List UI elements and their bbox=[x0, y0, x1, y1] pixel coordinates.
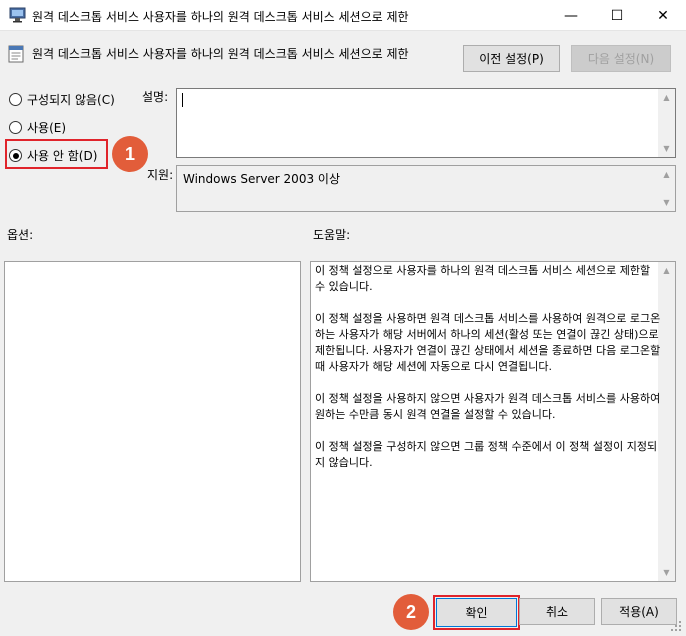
radio-not-configured[interactable]: 구성되지 않음(C) bbox=[9, 91, 115, 108]
policy-window-icon bbox=[9, 7, 26, 23]
help-label: 도움말: bbox=[313, 228, 351, 242]
callout-badge-1: 1 bbox=[112, 136, 148, 172]
previous-setting-button[interactable]: 이전 설정(P) bbox=[463, 45, 560, 72]
radio-circle[interactable] bbox=[9, 121, 22, 134]
help-paragraph: 이 정책 설정으로 사용자를 하나의 원격 데스크톱 서비스 세션으로 제한할 … bbox=[315, 264, 651, 293]
help-paragraph: 이 정책 설정을 사용하면 원격 데스크톱 서비스를 사용하여 원격으로 로그온… bbox=[315, 312, 661, 373]
supported-scrollbar[interactable]: ▲ ▼ bbox=[658, 166, 675, 211]
callout-badge-2: 2 bbox=[393, 594, 429, 630]
maximize-button[interactable]: ☐ bbox=[594, 0, 640, 31]
text-caret bbox=[182, 93, 183, 107]
help-text: 이 정책 설정으로 사용자를 하나의 원격 데스크톱 서비스 세션으로 제한할 … bbox=[315, 263, 661, 487]
supported-on-value: Windows Server 2003 이상 bbox=[183, 172, 340, 186]
cancel-button[interactable]: 취소 bbox=[519, 598, 595, 625]
options-pane bbox=[4, 261, 301, 582]
scroll-up-icon[interactable]: ▲ bbox=[663, 262, 669, 279]
resize-grip-icon[interactable] bbox=[670, 620, 682, 632]
highlight-disabled-option bbox=[5, 139, 108, 169]
scroll-down-icon[interactable]: ▼ bbox=[663, 194, 669, 211]
scroll-up-icon[interactable]: ▲ bbox=[663, 89, 669, 106]
help-paragraph: 이 정책 설정을 사용하지 않으면 사용자가 원격 데스크톱 서비스를 사용하여… bbox=[315, 392, 661, 421]
radio-circle[interactable] bbox=[9, 93, 22, 106]
radio-label: 사용(E) bbox=[27, 121, 67, 135]
options-label: 옵션: bbox=[7, 228, 34, 242]
policy-name: 원격 데스크톱 서비스 사용자를 하나의 원격 데스크톱 서비스 세션으로 제한 bbox=[32, 47, 409, 61]
scroll-down-icon[interactable]: ▼ bbox=[663, 140, 669, 157]
scroll-up-icon[interactable]: ▲ bbox=[663, 166, 669, 183]
window-title: 원격 데스크톱 서비스 사용자를 하나의 원격 데스크톱 서비스 세션으로 제한 bbox=[32, 10, 409, 24]
next-setting-button[interactable]: 다음 설정(N) bbox=[571, 45, 671, 72]
radio-enabled[interactable]: 사용(E) bbox=[9, 119, 66, 136]
policy-setting-icon bbox=[8, 45, 24, 63]
comment-scrollbar[interactable]: ▲ ▼ bbox=[658, 89, 675, 157]
close-button[interactable]: ✕ bbox=[640, 0, 686, 31]
minimize-button[interactable]: — bbox=[548, 0, 594, 31]
apply-button[interactable]: 적용(A) bbox=[601, 598, 677, 625]
comment-label: 설명: bbox=[142, 90, 169, 104]
ok-button[interactable]: 확인 bbox=[436, 598, 517, 627]
scroll-down-icon[interactable]: ▼ bbox=[663, 564, 669, 581]
supported-on-label: 지원: bbox=[147, 168, 174, 182]
radio-label: 구성되지 않음(C) bbox=[27, 93, 115, 107]
comment-textarea[interactable]: ▲ ▼ bbox=[176, 88, 676, 158]
help-paragraph: 이 정책 설정을 구성하지 않으면 그룹 정책 수준에서 이 정책 설정이 지정… bbox=[315, 440, 658, 469]
